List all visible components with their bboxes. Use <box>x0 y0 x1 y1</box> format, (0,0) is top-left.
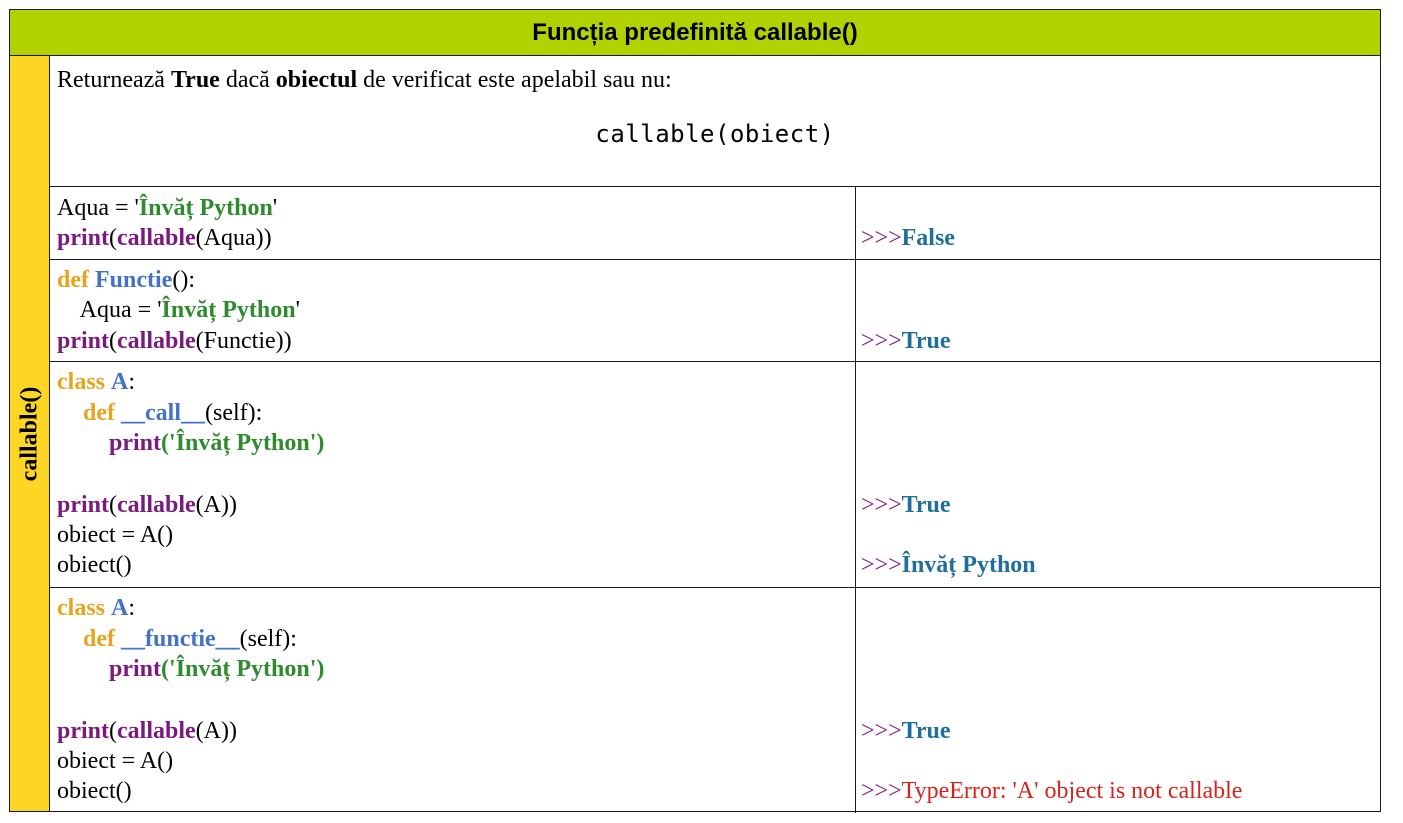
code-line: def Functie(): <box>57 267 195 293</box>
output-line: >>>False <box>861 225 955 251</box>
page-title: Funcția predefinită callable() <box>10 10 1380 56</box>
code-line: print(callable(Functie)) <box>57 328 292 354</box>
code-line: print(callable(Aqua)) <box>57 225 272 251</box>
example-row-4: class A: def __functie__(self): print('Î… <box>50 588 1380 813</box>
example-row-3: class A: def __call__(self): print('Învă… <box>50 362 1380 588</box>
true-keyword: True <box>170 67 220 93</box>
code-line: class A: <box>57 595 136 621</box>
code-cell: class A: def __functie__(self): print('Î… <box>50 588 856 813</box>
side-label-column: callable() <box>10 56 50 811</box>
output-cell: >>>True <box>856 260 1380 361</box>
output-cell: >>>False <box>856 187 1380 259</box>
code-line: Aqua = 'Învăț Python' <box>57 297 300 323</box>
output-line: >>>True <box>861 492 951 518</box>
code-line: print('Învăț Python') <box>109 656 325 682</box>
code-line: print(callable(A)) <box>57 718 237 744</box>
code-line: print('Învăț Python') <box>109 430 325 456</box>
description-text: Returnează True dacă obiectul de verific… <box>57 67 672 93</box>
code-line: class A: <box>57 369 136 395</box>
output-line: >>>True <box>861 718 951 744</box>
code-line: obiect() <box>57 552 132 578</box>
code-line: print(callable(A)) <box>57 492 237 518</box>
error-line: >>>TypeError: 'A' object is not callable <box>861 778 1243 804</box>
output-line: >>>Învăț Python <box>861 552 1036 578</box>
output-cell: >>>True >>>Învăț Python <box>856 362 1380 587</box>
description-section: Returnează True dacă obiectul de verific… <box>50 56 1380 187</box>
code-line: obiect() <box>57 778 132 804</box>
example-row-1: Aqua = 'Învăț Python' print(callable(Aqu… <box>50 187 1380 260</box>
object-keyword: obiectul <box>275 67 358 93</box>
code-cell: def Functie(): Aqua = 'Învăț Python' pri… <box>50 260 856 361</box>
callable-doc-table: Funcția predefinită callable() callable(… <box>9 9 1381 813</box>
code-line: obiect = A() <box>57 748 174 774</box>
code-line: obiect = A() <box>57 522 174 548</box>
example-row-2: def Functie(): Aqua = 'Învăț Python' pri… <box>50 260 1380 362</box>
code-line: Aqua = 'Învăț Python' <box>57 195 278 221</box>
output-cell: >>>True >>>TypeError: 'A' object is not … <box>856 588 1380 813</box>
code-cell: class A: def __call__(self): print('Învă… <box>50 362 856 587</box>
output-line: >>>True <box>861 328 951 354</box>
function-signature: callable(obiect) <box>595 120 835 148</box>
content-area: Returnează True dacă obiectul de verific… <box>50 56 1380 813</box>
code-line: def __functie__(self): <box>83 626 297 652</box>
side-label: callable() <box>16 386 42 481</box>
code-cell: Aqua = 'Învăț Python' print(callable(Aqu… <box>50 187 856 259</box>
code-line: def __call__(self): <box>83 400 263 426</box>
